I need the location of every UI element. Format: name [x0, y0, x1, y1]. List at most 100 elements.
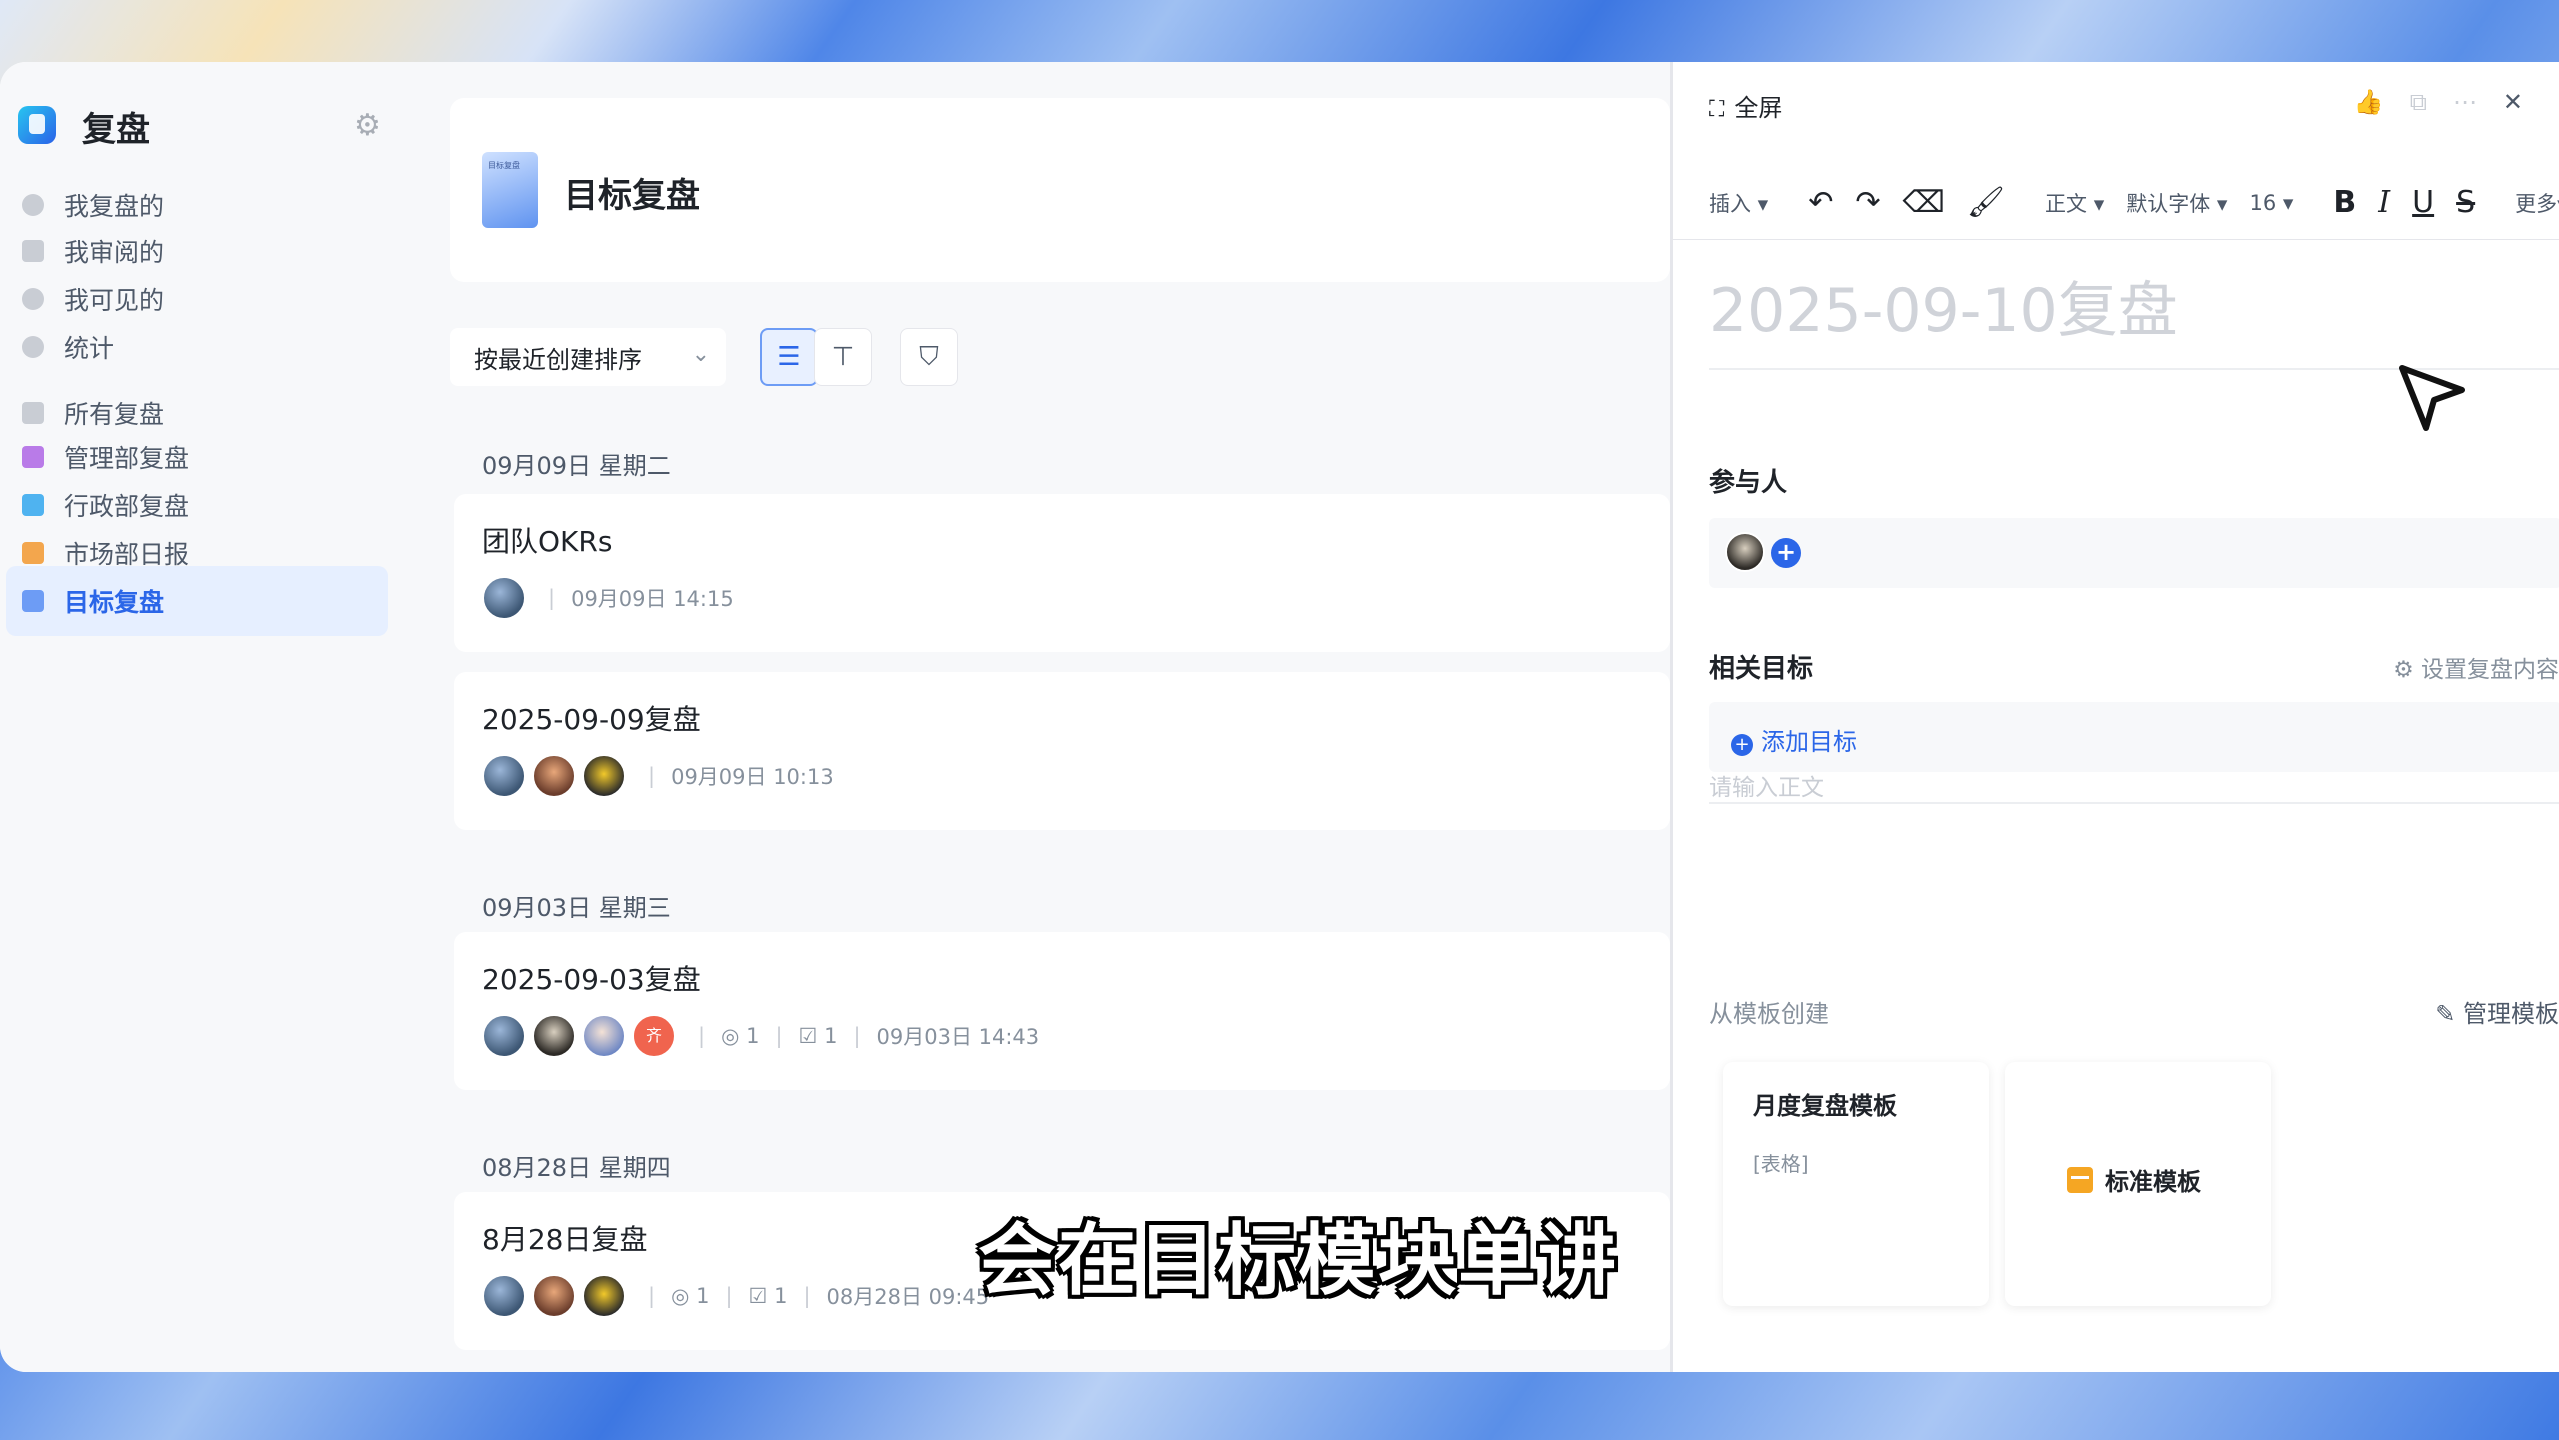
strikethrough-icon[interactable]: S	[2456, 185, 2475, 220]
filter-button[interactable]: ⛉	[900, 328, 958, 386]
settings-link[interactable]: ⚙ 设置复盘内容	[2393, 650, 2559, 684]
gear-icon: ⚙	[2393, 657, 2414, 683]
font-size-select[interactable]: 16 ▾	[2249, 191, 2293, 215]
italic-icon[interactable]: I	[2378, 185, 2390, 220]
sort-select[interactable]: 按最近创建排序 ⌄	[450, 328, 726, 386]
template-title: 月度复盘模板	[1753, 1092, 1897, 1120]
underline-icon[interactable]: U	[2412, 185, 2434, 220]
review-meta: | 09月09日 14:15	[482, 576, 734, 620]
review-meta: | 09月09日 10:13	[482, 754, 834, 798]
pencil-icon: ✎	[2435, 1000, 2456, 1028]
more-icon[interactable]: ⋯	[2453, 88, 2503, 116]
review-list-area: 目标复盘 目标复盘 按最近创建排序 ⌄ ☰ ⊤ ⛉ 09月09日 星期二 团队O…	[410, 62, 1670, 1372]
divider	[1709, 802, 2559, 804]
template-card[interactable]: 月度复盘模板 [表格]	[1723, 1062, 1989, 1306]
template-title: 标准模板	[2105, 1168, 2201, 1196]
sidebar: 复盘 ⚙ 我复盘的 我审阅的 我可见的 统计 所有复盘 管理部复盘 行政部复盘	[0, 62, 410, 1372]
sort-label: 按最近创建排序	[474, 345, 642, 374]
add-participant-icon[interactable]: +	[1771, 538, 1801, 568]
paragraph-style-select[interactable]: 正文 ▾	[2045, 188, 2104, 218]
list-icon: ☰	[777, 342, 801, 372]
pie-chart-icon	[22, 336, 44, 358]
list-view-button[interactable]: ☰	[760, 328, 818, 386]
goal-count: 1	[746, 1024, 760, 1048]
goal-count: 1	[696, 1284, 710, 1308]
more-menu[interactable]: 更多▾	[2515, 188, 2559, 218]
grid-icon	[22, 402, 44, 424]
review-time: 09月09日 14:15	[571, 587, 734, 611]
filter-icon: ⛉	[919, 341, 939, 372]
thumbs-up-icon[interactable]: 👍	[2354, 88, 2410, 116]
fullscreen-button[interactable]: ⛶ 全屏	[1709, 88, 1782, 123]
eraser-icon[interactable]: ⌫	[1903, 185, 1945, 220]
page-header: 目标复盘 目标复盘	[450, 98, 1670, 282]
avatar	[482, 576, 526, 620]
sidebar-item-label: 目标复盘	[64, 588, 165, 617]
related-goals-label: 相关目标	[1709, 654, 1814, 684]
editor-panel: ⛶ 全屏 👍⧉⋯✕ 插入 ▾ ↶ ↷ ⌫ 🖌 正文 ▾ 默认字体 ▾ 16 ▾ B…	[1670, 62, 2559, 1372]
date-header: 09月03日 星期三	[482, 894, 671, 922]
tree-view-button[interactable]: ⊤	[814, 328, 872, 386]
app-logo-icon	[18, 106, 56, 144]
review-meta: | ◎ 1 | ☑ 1 | 08月28日 09:45	[482, 1274, 989, 1318]
panel-actions: 👍⧉⋯✕	[2354, 88, 2549, 116]
insert-menu[interactable]: 插入 ▾	[1709, 188, 1768, 218]
sidebar-item-stats[interactable]: 统计	[6, 312, 388, 382]
notebook-cover-icon: 目标复盘	[482, 152, 538, 228]
task-count: 1	[824, 1024, 838, 1048]
review-title: 8月28日复盘	[482, 1223, 648, 1256]
notebook-icon	[22, 446, 44, 468]
tree-icon: ⊤	[831, 342, 855, 372]
sidebar-item-goal-review[interactable]: 目标复盘	[6, 566, 388, 636]
avatar	[532, 754, 576, 798]
plus-icon: +	[1731, 734, 1753, 756]
font-family-select[interactable]: 默认字体 ▾	[2126, 188, 2227, 218]
avatar	[482, 754, 526, 798]
body-input[interactable]: 请输入正文	[1709, 768, 1824, 802]
chevron-down-icon: ⌄	[691, 342, 710, 367]
avatar	[582, 754, 626, 798]
review-time: 09月09日 10:13	[671, 765, 834, 789]
review-title: 2025-09-09复盘	[482, 703, 701, 736]
task-icon: ☑	[748, 1284, 768, 1308]
date-header: 09月09日 星期二	[482, 452, 671, 480]
table-icon	[2067, 1166, 2093, 1193]
avatar	[532, 1274, 576, 1318]
notebook-icon	[22, 494, 44, 516]
undo-icon[interactable]: ↶	[1808, 185, 1833, 220]
close-icon[interactable]: ✕	[2503, 88, 2549, 116]
related-goals-box: + 添加目标	[1709, 702, 2559, 772]
app-title: 复盘	[82, 110, 150, 150]
notebook-icon	[22, 542, 44, 564]
avatar	[1725, 532, 1765, 572]
template-card[interactable]: 标准模板	[2005, 1062, 2271, 1306]
review-item[interactable]: 团队OKRs | 09月09日 14:15	[454, 494, 1670, 652]
avatar	[482, 1274, 526, 1318]
app-window: 复盘 ⚙ 我复盘的 我审阅的 我可见的 统计 所有复盘 管理部复盘 行政部复盘	[0, 62, 2559, 1372]
redo-icon[interactable]: ↷	[1855, 185, 1880, 220]
clipboard-icon	[22, 240, 44, 262]
add-goal-button[interactable]: + 添加目标	[1731, 722, 1857, 757]
review-time: 08月28日 09:45	[826, 1285, 990, 1309]
task-icon: ☑	[798, 1024, 818, 1048]
from-template-label: 从模板创建	[1709, 1000, 1829, 1028]
avatar	[582, 1014, 626, 1058]
review-item[interactable]: 2025-09-03复盘 齐 | ◎ 1 | ☑ 1 | 09月03日 14:4…	[454, 932, 1670, 1090]
open-external-icon[interactable]: ⧉	[2410, 88, 2453, 116]
avatar: 齐	[632, 1014, 676, 1058]
video-subtitle: 会在目标模块单讲	[978, 1216, 1619, 1306]
goal-icon: ◎	[671, 1284, 690, 1308]
gear-icon[interactable]: ⚙	[354, 108, 381, 143]
manage-template-link[interactable]: ✎ 管理模板	[2435, 994, 2559, 1029]
review-title: 2025-09-03复盘	[482, 963, 701, 996]
user-icon	[22, 194, 44, 216]
format-painter-icon[interactable]: 🖌	[1967, 185, 2005, 220]
review-item[interactable]: 2025-09-09复盘 | 09月09日 10:13	[454, 672, 1670, 830]
template-subtitle: [表格]	[1753, 1152, 1809, 1176]
avatar	[482, 1014, 526, 1058]
bold-icon[interactable]: B	[2333, 185, 2356, 220]
mouse-cursor-icon	[2399, 365, 2465, 431]
date-header: 08月28日 星期四	[482, 1154, 671, 1182]
participants-box: +	[1709, 518, 2559, 588]
doc-title-input[interactable]: 2025-09-10复盘	[1709, 262, 2178, 349]
